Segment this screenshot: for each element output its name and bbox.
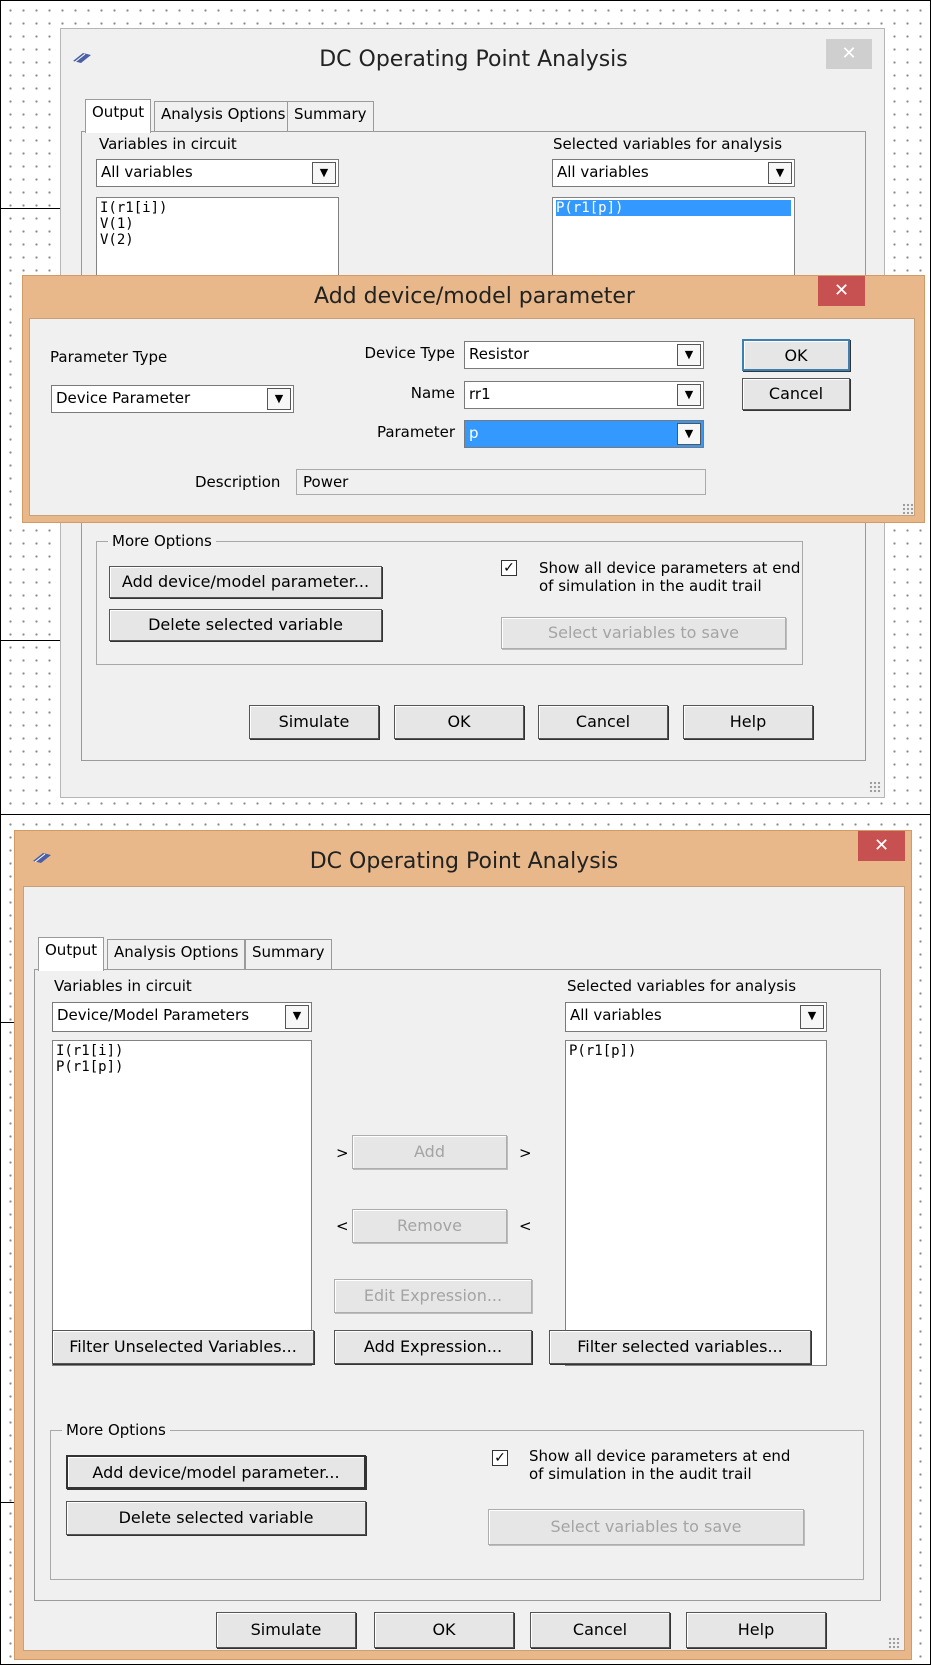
dialog-title: DC Operating Point Analysis [319,47,628,72]
add-device-parameter-button[interactable]: Add device/model parameter... [66,1455,366,1489]
add-param-popup: Add device/model parameter ✕ Parameter T… [22,275,925,523]
tab-summary[interactable]: Summary [287,101,374,131]
resize-grip-icon[interactable] [888,1637,900,1649]
variables-in-circuit-label: Variables in circuit [99,135,237,153]
variables-list[interactable]: I(r1[i]) P(r1[p]) [52,1040,312,1366]
show-all-params-text-1: Show all device parameters at end [529,1447,791,1465]
ok-button[interactable]: OK [374,1612,514,1648]
delete-selected-variable-button[interactable]: Delete selected variable [109,609,382,641]
show-all-params-text-2: of simulation in the audit trail [539,577,762,595]
device-type-label: Device Type [364,344,455,362]
cancel-button[interactable]: Cancel [530,1612,670,1648]
selected-variables-label: Selected variables for analysis [567,977,797,995]
chevron-down-icon: ▼ [677,344,701,366]
tab-analysis-options[interactable]: Analysis Options [107,939,246,969]
help-button[interactable]: Help [686,1612,826,1648]
list-item[interactable]: V(2) [100,232,335,248]
list-item[interactable]: P(r1[p]) [556,200,791,216]
select-variables-to-save-button[interactable]: Select variables to save [501,617,786,649]
checkmark-icon: ✓ [494,1450,506,1466]
variables-filter-select[interactable]: Device/Model Parameters ▼ [52,1002,312,1032]
show-all-params-text-2: of simulation in the audit trail [529,1465,752,1483]
list-item[interactable]: P(r1[p]) [56,1059,308,1075]
name-label: Name [410,384,455,402]
close-icon: ✕ [873,835,890,856]
delete-selected-variable-button[interactable]: Delete selected variable [66,1501,366,1535]
close-icon: ✕ [833,280,850,301]
resize-grip-icon[interactable] [869,781,881,793]
selected-variables-list[interactable]: P(r1[p]) [552,197,795,277]
parameter-select[interactable]: p ▼ [464,420,704,448]
dialog-body: Output Analysis Options Summary Variable… [23,886,905,1651]
list-item[interactable]: I(r1[i]) [56,1043,308,1059]
parameter-type-select[interactable]: Device Parameter ▼ [51,385,294,413]
tab-output[interactable]: Output [38,937,105,971]
more-options-label: More Options [108,532,216,550]
tab-analysis-options[interactable]: Analysis Options [154,101,293,131]
name-select[interactable]: rr1 ▼ [464,381,704,409]
list-item[interactable]: V(1) [100,216,335,232]
simulate-button[interactable]: Simulate [249,705,379,739]
selected-variables-list[interactable]: P(r1[p]) [565,1040,827,1366]
chevron-down-icon: ▼ [312,162,336,184]
chevron-down-icon: ▼ [285,1005,309,1029]
resize-grip-icon[interactable] [902,503,914,515]
parameter-label: Parameter [376,423,455,441]
parameter-type-label: Parameter Type [50,348,168,366]
list-item[interactable]: I(r1[i]) [100,200,335,216]
popup-ok-button[interactable]: OK [742,339,850,371]
chevron-down-icon: ▼ [800,1005,824,1029]
variables-list[interactable]: I(r1[i]) V(1) V(2) [96,197,339,277]
popup-cancel-button[interactable]: Cancel [742,378,850,410]
remove-arrow-right: < [519,1217,532,1235]
chevron-down-icon: ▼ [768,162,792,184]
add-button[interactable]: Add [352,1135,507,1169]
add-arrow-right: > [519,1144,532,1162]
cancel-button[interactable]: Cancel [538,705,668,739]
chevron-down-icon: ▼ [677,423,701,445]
dc-op-dialog-bottom: DC Operating Point Analysis ✕ Output Ana… [14,830,912,1660]
selected-filter-select[interactable]: All variables ▼ [552,159,795,187]
remove-arrow-left: < [336,1217,349,1235]
popup-body: Parameter Type Device Parameter ▼ Device … [29,318,915,516]
edit-expression-button[interactable]: Edit Expression... [334,1279,532,1313]
popup-close-button[interactable]: ✕ [818,276,865,306]
more-options-label: More Options [62,1421,170,1439]
ok-button[interactable]: OK [394,705,524,739]
tab-summary[interactable]: Summary [245,939,332,969]
popup-title: Add device/model parameter [314,284,635,309]
checkmark-icon: ✓ [503,560,515,576]
simulate-button[interactable]: Simulate [216,1612,356,1648]
select-variables-to-save-button[interactable]: Select variables to save [488,1509,804,1545]
selected-variables-label: Selected variables for analysis [553,135,783,153]
show-all-params-checkbox[interactable]: ✓ [501,560,517,576]
variables-in-circuit-label: Variables in circuit [54,977,192,995]
close-button[interactable]: ✕ [858,831,905,861]
device-type-select[interactable]: Resistor ▼ [464,341,704,369]
show-all-params-text-1: Show all device parameters at end [539,559,801,577]
tab-output[interactable]: Output [85,99,152,133]
close-icon: ✕ [841,43,857,64]
help-button[interactable]: Help [683,705,813,739]
add-device-parameter-button[interactable]: Add device/model parameter... [109,566,382,598]
list-item[interactable]: P(r1[p]) [569,1043,823,1059]
dialog-title: DC Operating Point Analysis [309,849,619,874]
chevron-down-icon: ▼ [267,388,291,410]
close-button[interactable]: ✕ [826,39,872,69]
add-expression-button[interactable]: Add Expression... [334,1330,532,1364]
description-field: Power [296,469,706,495]
filter-unselected-variables-button[interactable]: Filter Unselected Variables... [52,1330,314,1364]
description-label: Description [195,473,281,491]
remove-button[interactable]: Remove [352,1209,507,1243]
selected-filter-select[interactable]: All variables ▼ [565,1002,827,1032]
add-arrow-left: > [336,1144,349,1162]
variables-filter-select[interactable]: All variables ▼ [96,159,339,187]
chevron-down-icon: ▼ [677,384,701,406]
show-all-params-checkbox[interactable]: ✓ [492,1450,508,1466]
filter-selected-variables-button[interactable]: Filter selected variables... [549,1330,811,1364]
